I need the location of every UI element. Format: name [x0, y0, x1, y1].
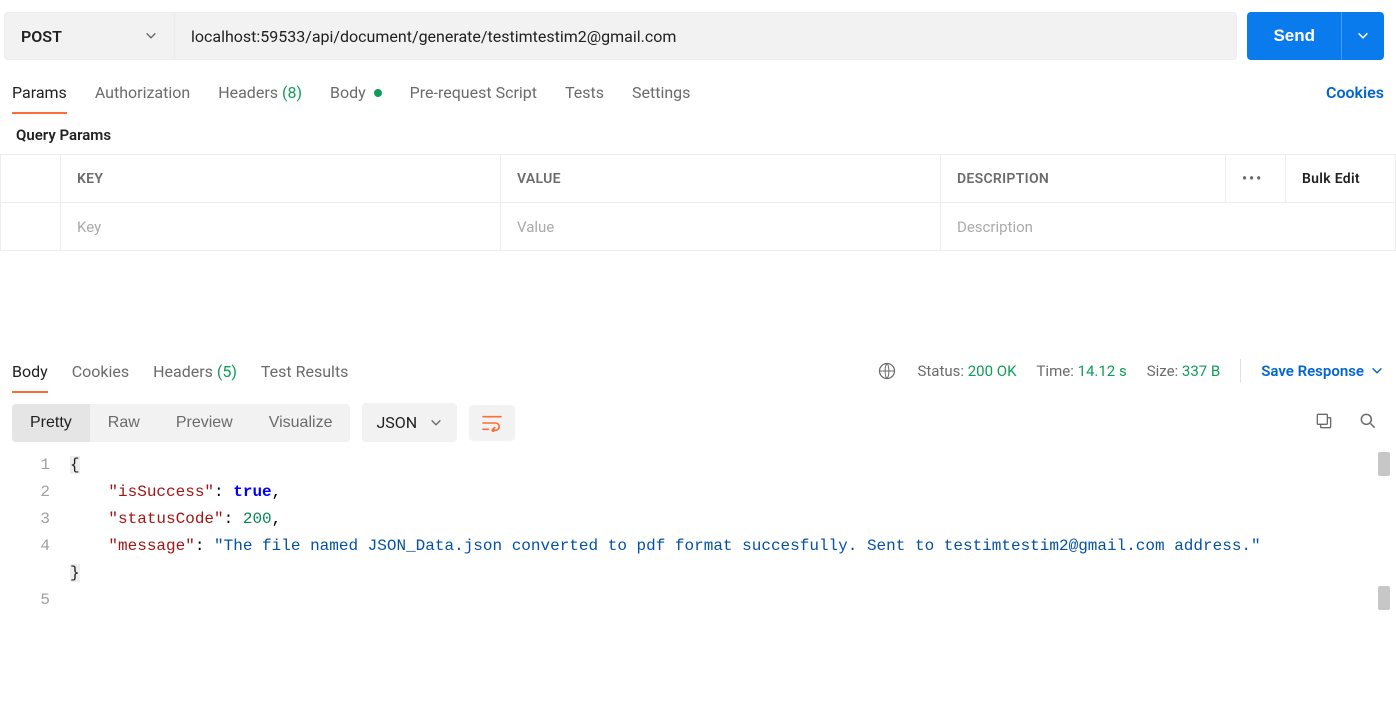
search-button[interactable]	[1352, 405, 1384, 441]
format-preview[interactable]: Preview	[158, 404, 251, 442]
tab-authorization[interactable]: Authorization	[95, 73, 190, 112]
size-label: Size: 337 B	[1147, 362, 1221, 380]
key-input[interactable]: Key	[61, 203, 501, 251]
headers-count: (8)	[282, 83, 302, 102]
value-header: VALUE	[501, 155, 941, 203]
search-icon	[1358, 411, 1378, 431]
chevron-down-icon	[1370, 364, 1384, 378]
status-value: 200 OK	[968, 362, 1017, 380]
description-input[interactable]: Description	[941, 203, 1396, 251]
query-params-table: KEY VALUE DESCRIPTION ••• Bulk Edit Key …	[0, 154, 1396, 251]
time-label: Time: 14.12 s	[1036, 362, 1126, 380]
url-input[interactable]: localhost:59533/api/document/generate/te…	[174, 12, 1237, 60]
http-method-value: POST	[21, 27, 62, 46]
chevron-down-icon	[144, 29, 158, 43]
tab-settings[interactable]: Settings	[632, 73, 690, 112]
table-row: Key Value Description	[1, 203, 1396, 251]
wrap-lines-button[interactable]	[469, 405, 515, 441]
line-gutter: 1 2 3 4 5	[0, 452, 70, 614]
response-tab-body[interactable]: Body	[12, 352, 48, 391]
tab-headers[interactable]: Headers (8)	[218, 73, 302, 112]
format-visualize[interactable]: Visualize	[251, 404, 351, 442]
chevron-down-icon	[1356, 29, 1370, 43]
wrap-icon	[481, 414, 503, 432]
response-tab-headers[interactable]: Headers (5)	[153, 352, 237, 391]
response-headers-count: (5)	[217, 362, 237, 381]
bulk-edit-button[interactable]: Bulk Edit	[1286, 155, 1396, 203]
scrollbar-thumb[interactable]	[1378, 586, 1390, 610]
url-value: localhost:59533/api/document/generate/te…	[191, 27, 676, 46]
copy-icon	[1314, 411, 1334, 431]
divider	[1240, 359, 1241, 383]
more-icon: •••	[1242, 171, 1263, 187]
row-checkbox[interactable]	[1, 203, 61, 251]
value-input[interactable]: Value	[501, 203, 941, 251]
tab-params[interactable]: Params	[12, 73, 67, 112]
status-label: Status: 200 OK	[917, 362, 1016, 380]
body-indicator-icon	[374, 89, 382, 97]
copy-button[interactable]	[1308, 405, 1340, 441]
http-method-select[interactable]: POST	[4, 12, 174, 60]
checkbox-header	[1, 155, 61, 203]
key-header: KEY	[61, 155, 501, 203]
cookies-link[interactable]: Cookies	[1326, 83, 1384, 102]
save-response-button[interactable]: Save Response	[1261, 362, 1384, 380]
size-value: 337 B	[1182, 362, 1220, 380]
globe-icon[interactable]	[877, 361, 897, 381]
chevron-down-icon	[429, 416, 443, 430]
query-params-title: Query Params	[0, 114, 1396, 154]
code-content[interactable]: { "isSuccess": true, "statusCode": 200, …	[70, 452, 1396, 614]
response-tab-cookies[interactable]: Cookies	[72, 352, 129, 391]
columns-options[interactable]: •••	[1226, 155, 1286, 203]
format-pretty[interactable]: Pretty	[12, 404, 90, 442]
tab-prerequest[interactable]: Pre-request Script	[410, 73, 537, 112]
tab-tests[interactable]: Tests	[565, 73, 604, 112]
send-button[interactable]: Send	[1247, 12, 1341, 60]
format-segmented: Pretty Raw Preview Visualize	[12, 404, 350, 442]
response-tab-test-results[interactable]: Test Results	[261, 352, 349, 391]
language-select[interactable]: JSON	[362, 403, 457, 442]
scrollbar-thumb[interactable]	[1378, 452, 1390, 476]
tab-body[interactable]: Body	[330, 73, 382, 112]
description-header: DESCRIPTION	[941, 155, 1226, 203]
format-raw[interactable]: Raw	[90, 404, 158, 442]
time-value: 14.12 s	[1078, 362, 1127, 380]
response-body: 1 2 3 4 5 { "isSuccess": true, "statusCo…	[0, 446, 1396, 614]
send-options-button[interactable]	[1341, 12, 1384, 60]
